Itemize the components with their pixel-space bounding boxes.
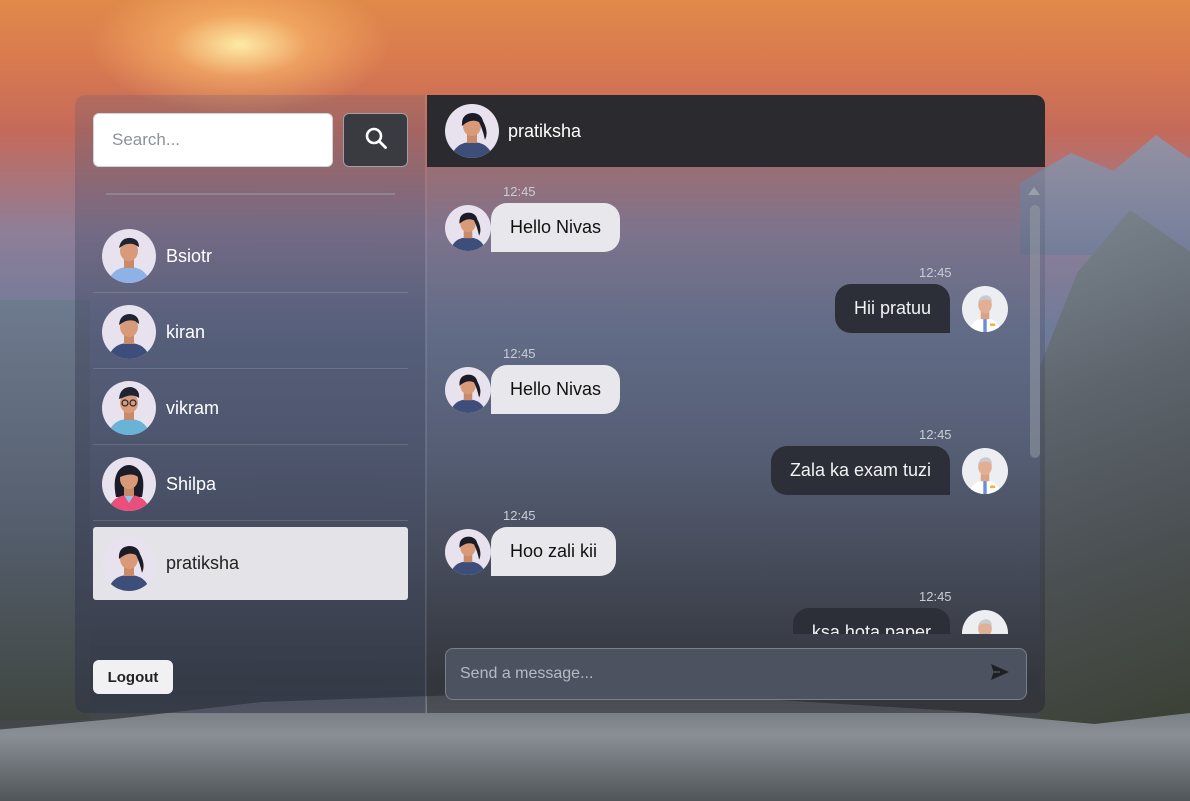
avatar <box>102 229 156 283</box>
avatar <box>102 457 156 511</box>
send-button[interactable] <box>974 648 1026 700</box>
message-incoming: Hello Nivas <box>445 365 621 414</box>
contact-name: pratiksha <box>166 553 240 573</box>
message-bubble: Hello Nivas <box>491 203 621 252</box>
contact-item-shilpa[interactable]: Shilpa <box>93 448 408 521</box>
message-bubble: Zala ka exam tuzi <box>770 446 950 495</box>
avatar <box>102 381 156 435</box>
contact-item-vikram[interactable]: vikram <box>93 372 408 445</box>
chat-title: pratiksha <box>508 120 582 141</box>
avatar <box>445 104 499 158</box>
contact-item-kiran[interactable]: kiran <box>93 296 408 369</box>
message-list[interactable]: 12:45 Hello Nivas 12:45 Hii pratuu 12:45… <box>427 167 1045 634</box>
message-incoming: Hello Nivas <box>445 203 621 252</box>
message-time: 12:45 <box>919 589 952 604</box>
contact-name: Bsiotr <box>166 245 213 266</box>
message-time: 12:45 <box>503 346 536 361</box>
message-bubble: Hello Nivas <box>491 365 621 414</box>
send-icon <box>990 663 1010 686</box>
contact-item-bsiotr[interactable]: Bsiotr <box>93 220 408 293</box>
avatar <box>962 609 1008 634</box>
scroll-up-icon[interactable] <box>1028 187 1040 195</box>
search-icon <box>364 126 388 155</box>
chat-header: pratiksha <box>427 95 1045 167</box>
avatar <box>445 204 491 251</box>
contact-name: kiran <box>166 321 206 342</box>
message-outgoing: ksa hota paper <box>792 608 1008 634</box>
chat-panel: pratiksha 12:45 Hello Nivas 12:45 Hii pr… <box>427 95 1045 713</box>
message-bubble: ksa hota paper <box>792 608 950 634</box>
sidebar-divider <box>106 193 395 195</box>
contact-name: vikram <box>166 397 219 418</box>
avatar <box>962 285 1008 332</box>
search-button[interactable] <box>343 113 408 167</box>
sidebar: Bsiotr kiran <box>75 95 426 713</box>
chat-app: Bsiotr kiran <box>75 95 1045 713</box>
background-mountain <box>1040 210 1190 730</box>
search-input[interactable] <box>93 113 333 167</box>
avatar <box>445 366 491 413</box>
contact-name: Shilpa <box>166 473 217 494</box>
logout-button[interactable]: Logout <box>93 660 173 694</box>
message-time: 12:45 <box>919 427 952 442</box>
contact-item-pratiksha[interactable]: pratiksha <box>93 527 408 600</box>
message-time: 12:45 <box>503 508 536 523</box>
message-outgoing: Zala ka exam tuzi <box>770 446 1008 495</box>
message-input[interactable] <box>446 649 974 699</box>
message-outgoing: Hii pratuu <box>834 284 1008 333</box>
avatar <box>102 536 156 591</box>
avatar <box>962 447 1008 494</box>
avatar <box>102 305 156 359</box>
message-composer <box>445 648 1027 700</box>
message-time: 12:45 <box>503 184 536 199</box>
message-bubble: Hii pratuu <box>834 284 950 333</box>
message-bubble: Hoo zali kii <box>491 527 617 576</box>
message-incoming: Hoo zali kii <box>445 527 617 576</box>
scrollbar-thumb[interactable] <box>1030 205 1040 458</box>
message-time: 12:45 <box>919 265 952 280</box>
avatar <box>445 528 491 575</box>
